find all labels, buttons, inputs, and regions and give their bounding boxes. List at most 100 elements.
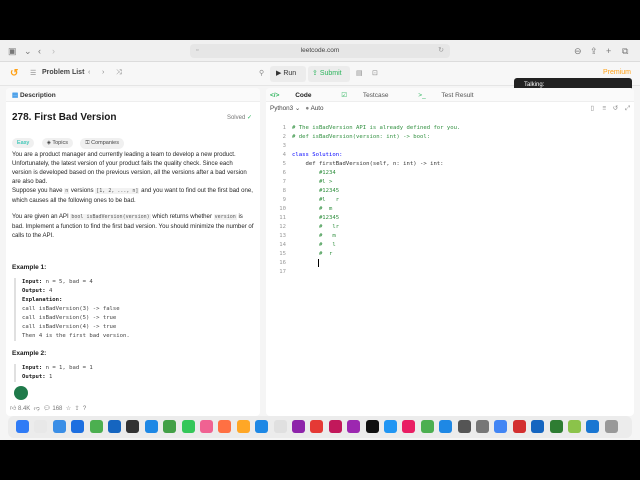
dock-app-icon[interactable] — [457, 420, 471, 433]
code-text: #l > — [292, 179, 333, 185]
dock-app-icon[interactable] — [586, 420, 600, 433]
like-icon[interactable]: 👍︎ — [10, 406, 16, 412]
list-icon[interactable]: ☰ — [30, 69, 36, 77]
code-line[interactable]: 13 # m — [266, 232, 336, 241]
dock-app-icon[interactable] — [328, 420, 342, 433]
back-icon[interactable]: ‹ — [38, 45, 41, 57]
dock-app-icon[interactable] — [420, 420, 434, 433]
tab-description[interactable]: ▤ Description — [6, 88, 260, 102]
code-line[interactable]: 17 — [266, 268, 292, 277]
dock-app-icon[interactable] — [273, 420, 287, 433]
tab-test-result[interactable]: >_ Test Result — [418, 92, 487, 99]
code-editor[interactable]: 1 # The isBadVersion API is already defin… — [266, 120, 634, 416]
run-button[interactable]: ▶ Run — [270, 66, 306, 82]
reset-icon[interactable]: ↺ — [613, 105, 618, 112]
comment-icon[interactable]: 💬︎ — [43, 406, 51, 412]
dock-app-icon[interactable] — [71, 420, 85, 433]
language-select[interactable]: Python3 ⌄ — [270, 105, 300, 112]
code-line[interactable]: 10 # m — [266, 205, 332, 214]
solved-status: Solved ✓ — [226, 115, 252, 121]
dock-app-icon[interactable] — [16, 420, 29, 433]
code-line[interactable]: 7 #l > — [266, 178, 333, 187]
code-line[interactable]: 8 #12345 — [266, 187, 340, 196]
code-line[interactable]: 15 # r — [266, 250, 332, 259]
code-line[interactable]: 11 #12345 — [266, 214, 339, 223]
whiteboard-icon[interactable]: ⊡ — [372, 69, 378, 77]
dock-app-icon[interactable] — [108, 420, 121, 433]
dock-app-icon[interactable] — [476, 420, 489, 433]
sidebar-toggle-icon[interactable]: ▣ — [8, 45, 17, 57]
code-text: #12345 — [292, 188, 340, 194]
notes-icon[interactable]: ▤ — [356, 69, 363, 77]
dock-app-icon[interactable] — [181, 420, 195, 433]
code-line[interactable]: 5 def firstBadVersion(self, n: int) -> i… — [266, 160, 444, 169]
companies-button[interactable]: ⚿ Companies — [80, 138, 124, 149]
code-line[interactable]: 2 # def isBadVersion(version: int) -> boo… — [266, 133, 430, 142]
dock-app-icon[interactable] — [365, 420, 379, 433]
download-icon[interactable]: ⊖ — [574, 45, 582, 57]
screen: ▣ ⌄ ‹ › ▫ leetcode.com ↻ ⊖ ⇪ + ⧉ ↺ ☰ Pro… — [0, 40, 640, 440]
dock-app-icon[interactable] — [568, 420, 581, 433]
code-line[interactable]: 14 # l — [266, 241, 336, 250]
format-icon[interactable]: ≡ — [602, 105, 606, 112]
dock-app-icon[interactable] — [347, 420, 361, 433]
debug-icon[interactable]: ⚲ — [259, 69, 264, 77]
chevron-down-icon[interactable]: ⌄ — [24, 45, 32, 57]
bookmark-icon[interactable]: ▯ — [591, 105, 594, 112]
dock-app-icon[interactable] — [292, 420, 305, 433]
leetcode-logo-icon[interactable]: ↺ — [10, 68, 18, 79]
topics-button[interactable]: ◈ Topics — [41, 138, 73, 148]
example-2-title: Example 2: — [12, 350, 47, 357]
dock-app-icon[interactable] — [52, 420, 66, 433]
dock-app-icon[interactable] — [89, 420, 103, 433]
dock-app-icon[interactable] — [144, 420, 158, 433]
dock-app-icon[interactable] — [200, 420, 213, 433]
code-line[interactable]: 9 #l r — [266, 196, 340, 205]
auto-mode[interactable]: ● Auto — [305, 105, 323, 112]
dock-app-icon[interactable] — [604, 420, 618, 433]
dock-app-icon[interactable] — [549, 420, 563, 433]
code-line[interactable]: 4 class Solution: — [266, 151, 343, 160]
tab-code[interactable]: </> Code — [270, 92, 325, 99]
dock-app-icon[interactable] — [384, 420, 397, 433]
edit-fab-icon[interactable] — [14, 386, 28, 400]
tab-testcase[interactable]: ☑ Testcase — [341, 92, 402, 99]
star-icon[interactable]: ☆ — [66, 406, 71, 412]
share-icon[interactable]: ⇪ — [590, 45, 598, 57]
submit-button[interactable]: ⇪ Submit — [308, 66, 350, 82]
dock-app-icon[interactable] — [512, 420, 526, 433]
dock-app-icon[interactable] — [34, 420, 48, 433]
problem-list-link[interactable]: Problem List — [42, 69, 84, 76]
tabs-overview-icon[interactable]: ⧉ — [622, 45, 628, 57]
dock-app-icon[interactable] — [402, 420, 416, 433]
feedback-bar: 👍︎ 8.4K 👎︎ 💬︎ 168 ☆ ⇪ ? — [10, 406, 87, 412]
code-line[interactable]: 3 — [266, 142, 292, 151]
dock-app-icon[interactable] — [163, 420, 177, 433]
next-problem-icon[interactable]: › — [102, 69, 104, 76]
dock-app-icon[interactable] — [439, 420, 453, 433]
new-tab-icon[interactable]: + — [606, 45, 611, 57]
dock-app-icon[interactable] — [310, 420, 324, 433]
code-line[interactable]: 6 #1234 — [266, 169, 336, 178]
forward-icon[interactable]: › — [52, 45, 55, 57]
address-bar[interactable]: ▫ leetcode.com ↻ — [190, 44, 450, 58]
dock-app-icon[interactable] — [255, 420, 269, 433]
code-line[interactable]: 1 # The isBadVersion API is already defin… — [266, 124, 461, 133]
code-line[interactable]: 12 # lr — [266, 223, 339, 232]
code-line[interactable]: 16 — [266, 259, 319, 268]
prev-problem-icon[interactable]: ‹ — [88, 69, 90, 76]
reload-icon[interactable]: ↻ — [438, 44, 444, 58]
dock-app-icon[interactable] — [218, 420, 232, 433]
help-icon[interactable]: ? — [83, 406, 86, 412]
dock-app-icon[interactable] — [236, 420, 250, 433]
dock-app-icon[interactable] — [531, 420, 545, 433]
share-icon[interactable]: ⇪ — [74, 406, 79, 412]
fullscreen-icon[interactable]: ⤢ — [625, 105, 630, 113]
play-icon: ▶ — [276, 70, 282, 77]
dislike-icon[interactable]: 👎︎ — [34, 406, 40, 412]
shuffle-icon[interactable]: ⤨ — [116, 69, 122, 77]
dock-app-icon[interactable] — [126, 420, 140, 433]
dock-app-icon[interactable] — [494, 420, 508, 433]
line-number: 3 — [282, 143, 286, 149]
premium-link[interactable]: Premium — [603, 69, 631, 76]
